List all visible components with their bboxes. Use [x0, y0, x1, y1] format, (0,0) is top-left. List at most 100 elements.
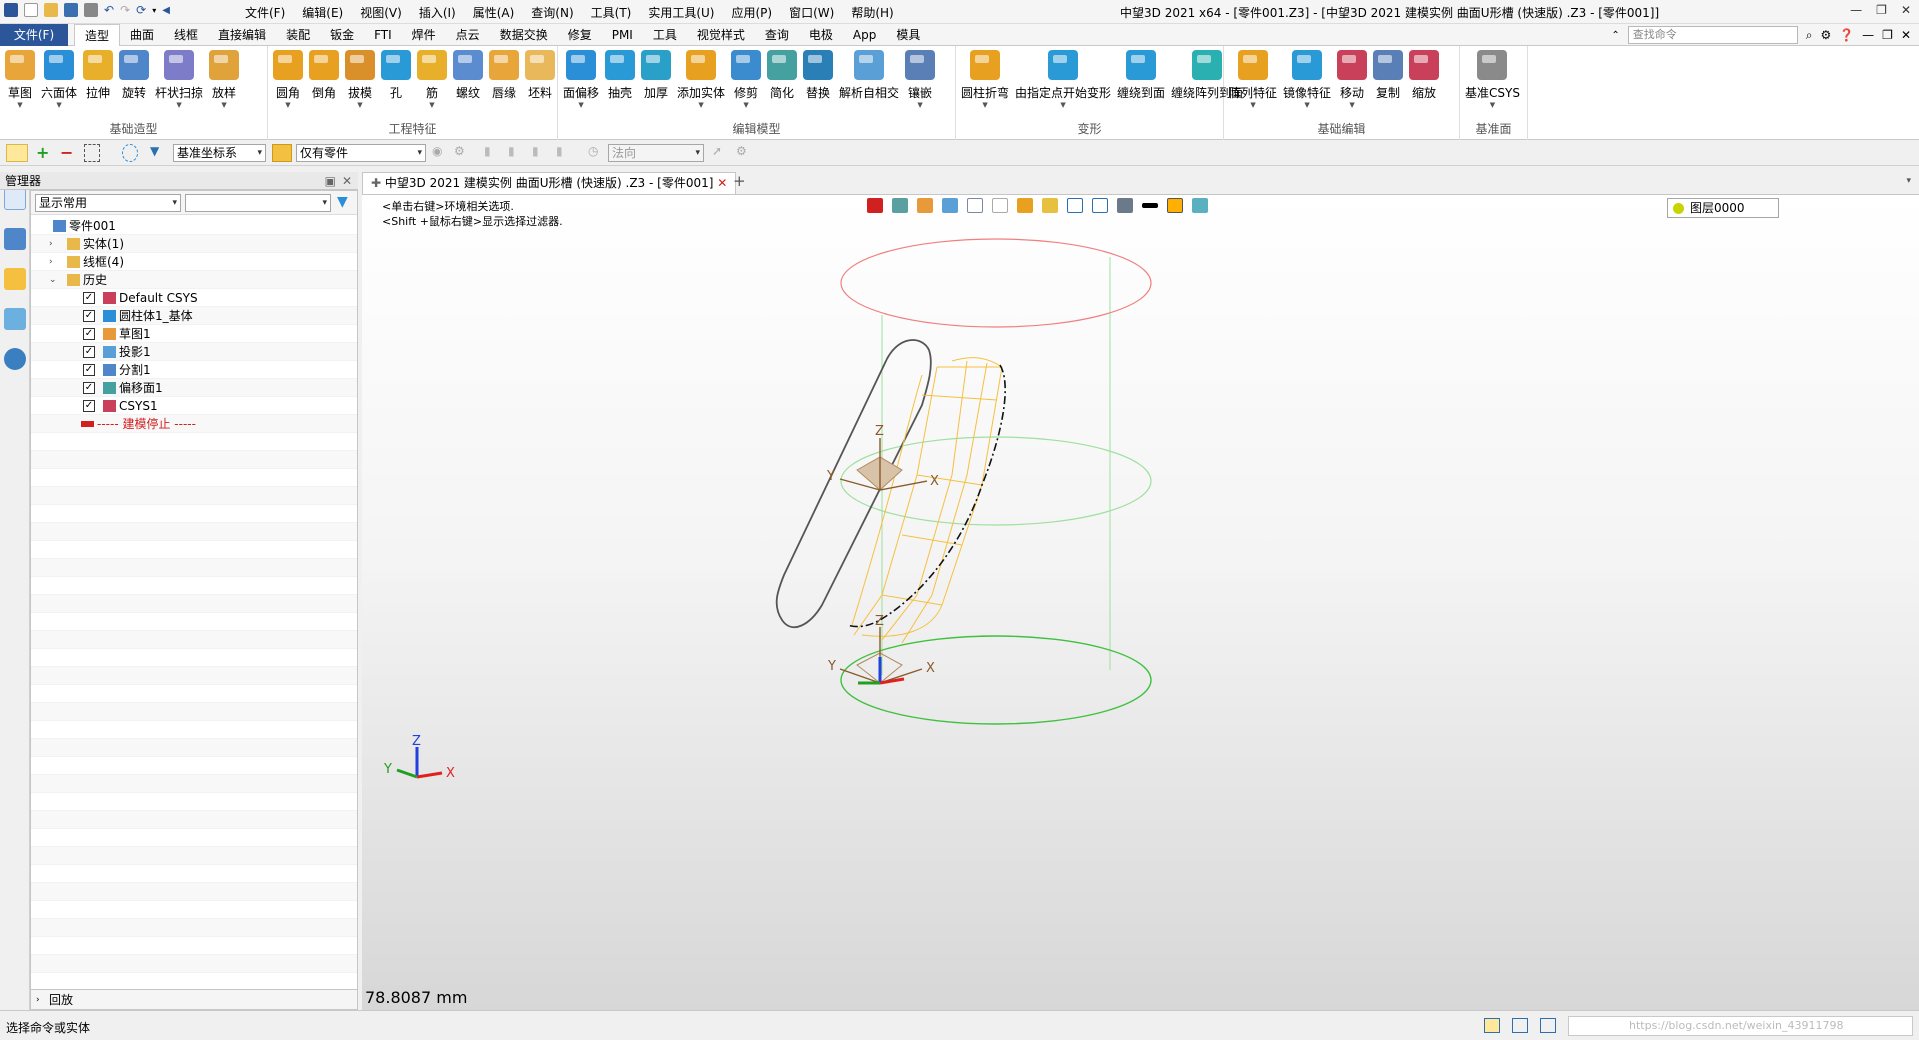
menu-view[interactable]: 视图(V): [360, 4, 402, 21]
ribbon-button-thread[interactable]: 螺纹: [450, 50, 486, 110]
manager-search-input[interactable]: [185, 194, 331, 212]
visibility-checkbox[interactable]: ✓: [83, 310, 95, 322]
chevron-down-icon[interactable]: ▼: [285, 101, 290, 110]
expand-icon[interactable]: ›: [49, 253, 53, 271]
ribbon-button-draft[interactable]: 拔模 ▼: [342, 50, 378, 110]
u-slot-sketch[interactable]: [775, 339, 932, 629]
pin-icon[interactable]: ✚: [371, 176, 381, 190]
tree-item[interactable]: ✓ Default CSYS: [31, 289, 357, 307]
ribbon-button-revolve[interactable]: 旋转: [116, 50, 152, 110]
top-circle[interactable]: [840, 238, 1152, 328]
tree-item[interactable]: ✓ 圆柱体1_基体: [31, 307, 357, 325]
ribbon-button-stock[interactable]: 坯料: [522, 50, 558, 110]
part-library-icon[interactable]: [4, 268, 26, 290]
ribbon-button-datum-csys[interactable]: 基准CSYS ▼: [1462, 50, 1523, 110]
ribbon-tab-16[interactable]: App: [843, 24, 886, 47]
ribbon-tab-3[interactable]: 直接编辑: [208, 24, 276, 47]
visibility-checkbox[interactable]: ✓: [83, 364, 95, 376]
ribbon-button-simplify[interactable]: 简化: [764, 50, 800, 110]
ribbon-button-emboss[interactable]: 镶嵌 ▼: [902, 50, 938, 110]
visibility-checkbox[interactable]: ✓: [83, 292, 95, 304]
ribbon-tab-2[interactable]: 线框: [164, 24, 208, 47]
image-icon[interactable]: [4, 308, 26, 330]
tree-item[interactable]: ✓ 投影1: [31, 343, 357, 361]
options-icon[interactable]: ⚙: [736, 144, 750, 162]
close-icon[interactable]: ✕: [717, 176, 727, 190]
direction-select[interactable]: 法向: [608, 144, 704, 162]
chevron-down-icon[interactable]: ▼: [1349, 101, 1354, 110]
chevron-down-icon[interactable]: ▼: [1490, 101, 1495, 110]
menu-file[interactable]: 文件(F): [245, 4, 285, 21]
user-icon[interactable]: [4, 348, 26, 370]
undo-icon[interactable]: ↶: [104, 3, 114, 17]
gear-icon[interactable]: ⚙: [1820, 28, 1831, 42]
ribbon-button-fillet[interactable]: 圆角 ▼: [270, 50, 306, 110]
ribbon-tab-4[interactable]: 装配: [276, 24, 320, 47]
tree-item[interactable]: ⌄ 历史: [31, 271, 357, 289]
menu-tools[interactable]: 工具(T): [591, 4, 632, 21]
ribbon-button-sweep[interactable]: 杆状扫掠 ▼: [152, 50, 206, 110]
tree-item[interactable]: ✓ CSYS1: [31, 397, 357, 415]
ribbon-tab-5[interactable]: 钣金: [320, 24, 364, 47]
coord-system-select[interactable]: 基准坐标系: [173, 144, 266, 162]
ribbon-button-mirror[interactable]: 镜像特征 ▼: [1280, 50, 1334, 110]
ribbon-button-chamfer[interactable]: 倒角: [306, 50, 342, 110]
snap-icon[interactable]: ◉: [432, 144, 446, 162]
ribbon-button-scale[interactable]: 缩放: [1406, 50, 1442, 110]
ribbon-tab-15[interactable]: 电极: [799, 24, 843, 47]
menu-utilities[interactable]: 实用工具(U): [648, 4, 714, 21]
restore-icon[interactable]: ❐: [1876, 3, 1887, 17]
monitor-icon[interactable]: [1512, 1018, 1528, 1033]
chevron-down-icon[interactable]: ▼: [176, 101, 181, 110]
replay-section[interactable]: › 回放: [31, 989, 357, 1009]
ribbon-button-sketch[interactable]: 草图 ▼: [2, 50, 38, 110]
save-icon[interactable]: [64, 3, 78, 17]
back-arrow-icon[interactable]: ◀: [162, 5, 170, 16]
menu-window[interactable]: 窗口(W): [789, 4, 834, 21]
ribbon-button-hole[interactable]: 孔: [378, 50, 414, 110]
part-filter-icon[interactable]: [272, 144, 292, 162]
ribbon-button-trim[interactable]: 修剪 ▼: [728, 50, 764, 110]
ribbon-button-add-solid[interactable]: 添加实体 ▼: [674, 50, 728, 110]
open-folder-icon[interactable]: [44, 3, 58, 17]
document-tab[interactable]: ✚ 中望3D 2021 建模实例 曲面U形槽 (快速版) .Z3 - [零件00…: [362, 172, 737, 194]
pick-icon[interactable]: [6, 144, 28, 162]
pin-icon[interactable]: ▮: [556, 144, 566, 162]
restore-icon[interactable]: ❐: [1882, 28, 1893, 42]
ribbon-button-extrude[interactable]: 拉伸: [80, 50, 116, 110]
ribbon-button-cylinder-bend[interactable]: 圆柱折弯 ▼: [958, 50, 1012, 110]
ribbon-button-thicken[interactable]: 加厚: [638, 50, 674, 110]
ribbon-button-box[interactable]: 六面体 ▼: [38, 50, 80, 110]
ribbon-tab-14[interactable]: 查询: [755, 24, 799, 47]
chevron-down-icon[interactable]: ▼: [429, 101, 434, 110]
ribbon-button-face-offset[interactable]: 面偏移 ▼: [560, 50, 602, 110]
ribbon-tab-9[interactable]: 数据交换: [490, 24, 558, 47]
tree-item[interactable]: ✓ 偏移面1: [31, 379, 357, 397]
ribbon-tab-12[interactable]: 工具: [643, 24, 687, 47]
expand-icon[interactable]: ⌄: [49, 271, 57, 289]
ribbon-button-point-deform[interactable]: 由指定点开始变形 ▼: [1012, 50, 1114, 110]
help-icon[interactable]: ❓: [1839, 28, 1854, 42]
ribbon-tab-0[interactable]: 造型: [74, 24, 121, 47]
close-icon[interactable]: ✕: [1901, 3, 1911, 17]
chevron-down-icon[interactable]: ▼: [578, 101, 583, 110]
file-tab[interactable]: 文件(F): [0, 24, 68, 46]
collapse-ribbon-icon[interactable]: ⌃: [1611, 30, 1619, 41]
search-icon[interactable]: ⌕: [1806, 28, 1813, 43]
pin-icon[interactable]: ▣: [325, 172, 336, 190]
chevron-down-icon[interactable]: ▼: [743, 101, 748, 110]
chevron-down-icon[interactable]: ▼: [357, 101, 362, 110]
ribbon-tab-11[interactable]: PMI: [602, 24, 643, 47]
tree-item[interactable]: › 实体(1): [31, 235, 357, 253]
ribbon-button-self-intersect[interactable]: 解析自相交: [836, 50, 902, 110]
ribbon-button-shell[interactable]: 抽壳: [602, 50, 638, 110]
ribbon-button-copy[interactable]: 复制: [1370, 50, 1406, 110]
new-tab-icon[interactable]: +: [733, 172, 746, 190]
ribbon-tab-10[interactable]: 修复: [558, 24, 602, 47]
minimize-icon[interactable]: —: [1862, 28, 1874, 42]
assembly-icon[interactable]: [4, 228, 26, 250]
part-filter-select[interactable]: 仅有零件: [296, 144, 426, 162]
ribbon-button-rib[interactable]: 筋 ▼: [414, 50, 450, 110]
add-icon[interactable]: +: [36, 144, 50, 162]
expand-icon[interactable]: ›: [36, 990, 40, 1010]
